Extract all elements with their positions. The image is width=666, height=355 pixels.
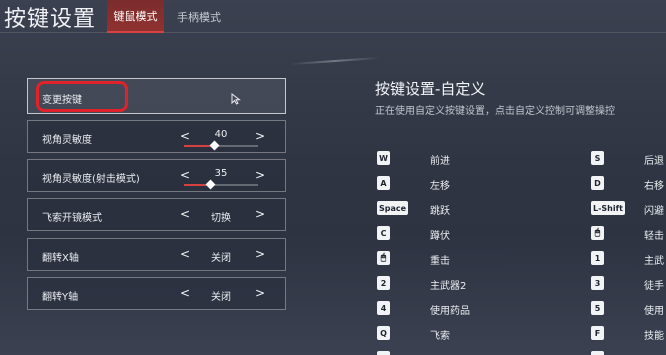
chevron-left-icon[interactable]: <	[180, 129, 190, 143]
key-binding-row[interactable]: S 后退	[0, 151, 666, 167]
mouse-icon: 🖱	[591, 226, 604, 240]
key-cap: 1	[591, 251, 604, 265]
key-cap: V	[591, 351, 604, 355]
background-streak	[290, 56, 380, 66]
key-binding-row[interactable]: V奥义	[0, 351, 666, 355]
setting-value: 40	[214, 129, 228, 140]
setting-row-sensitivity[interactable]: 视角灵敏度 < 40 >	[27, 120, 286, 153]
key-cap: L-Shift	[591, 201, 625, 215]
page-title: 按键设置	[4, 7, 97, 32]
key-binding-row[interactable]: 3 徒手	[0, 276, 666, 292]
top-header: 按键设置 键鼠模式 手柄模式	[0, 0, 666, 33]
binding-action: 技能	[644, 331, 664, 342]
key-binding-row[interactable]: 🖱 轻击	[0, 226, 666, 242]
key-binding-row[interactable]: 1 主武	[0, 251, 666, 267]
key-cap: F	[591, 326, 604, 340]
binding-action: 后退	[644, 156, 664, 167]
key-cap: S	[591, 151, 604, 165]
binding-action: 徒手	[644, 281, 664, 292]
slider-knob[interactable]	[209, 140, 220, 151]
sensitivity-slider[interactable]	[184, 140, 258, 151]
change-binding-label: 变更按键	[42, 95, 82, 106]
binding-action: 轻击	[644, 231, 664, 242]
tab-keyboard-mouse[interactable]: 键鼠模式	[107, 0, 164, 33]
change-binding-button[interactable]: 变更按键	[27, 78, 286, 114]
binding-action: 使用	[644, 306, 664, 317]
binding-action: 右移	[644, 181, 664, 192]
key-cap: 3	[591, 276, 604, 290]
key-binding-row[interactable]: D 右移	[0, 176, 666, 192]
binding-action: 闪避	[644, 206, 664, 217]
panel-title: 按键设置-自定义	[375, 80, 486, 98]
mouse-cursor-icon	[231, 93, 241, 105]
binding-action: 主武	[644, 256, 664, 267]
key-cap: 5	[591, 301, 604, 315]
key-cap: D	[591, 176, 604, 190]
panel-description: 正在使用自定义按键设置，点击自定义控制可调整操控	[375, 106, 615, 117]
key-binding-row[interactable]: F 技能	[0, 326, 666, 342]
key-binding-row[interactable]: 5 使用	[0, 301, 666, 317]
tab-controller[interactable]: 手柄模式	[172, 0, 226, 33]
setting-label: 视角灵敏度	[42, 135, 92, 146]
chevron-right-icon[interactable]: >	[255, 129, 265, 143]
key-binding-row[interactable]: L-Shift 闪避	[0, 201, 666, 217]
